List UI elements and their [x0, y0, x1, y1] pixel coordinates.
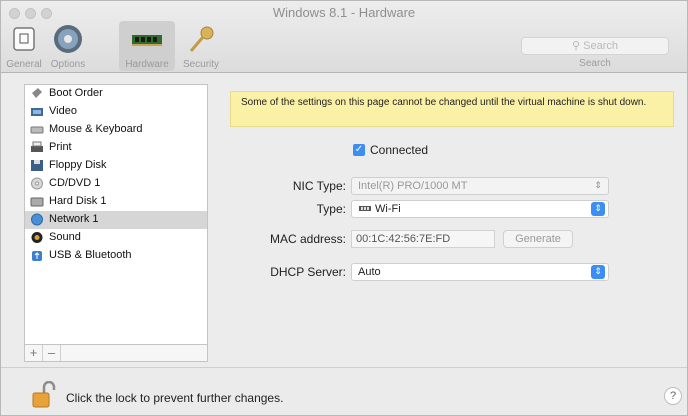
- sidebar-item-network[interactable]: Network 1: [25, 211, 207, 229]
- general-icon: [7, 23, 41, 57]
- printer-icon: [31, 141, 43, 152]
- key-icon: [184, 23, 218, 57]
- options-icon: [51, 23, 85, 57]
- tab-options[interactable]: Options: [45, 23, 91, 70]
- mac-address-label: MAC address:: [269, 232, 346, 246]
- search-caption: Search: [579, 58, 611, 69]
- chevron-up-down-icon: ⇕: [594, 180, 602, 190]
- hard-disk-icon: [30, 197, 44, 207]
- search-input[interactable]: ⚲ Search: [521, 37, 669, 55]
- usb-icon: [32, 251, 42, 261]
- sidebar-item-print[interactable]: Print: [25, 139, 207, 157]
- hardware-icon: [130, 23, 164, 57]
- cd-icon: [31, 177, 43, 190]
- tab-options-label: Options: [50, 59, 86, 70]
- tab-hardware-label: Hardware: [125, 59, 169, 70]
- network-type-select[interactable]: Wi-Fi ⇕: [351, 200, 609, 218]
- dhcp-server-select[interactable]: Auto ⇕: [351, 263, 609, 281]
- lock-message: Click the lock to prevent further change…: [66, 391, 284, 405]
- add-device-button[interactable]: +: [25, 345, 43, 361]
- sidebar-item-hard-disk[interactable]: Hard Disk 1: [25, 193, 207, 211]
- sidebar-item-cd-dvd[interactable]: CD/DVD 1: [25, 175, 207, 193]
- keyboard-icon: [30, 126, 44, 134]
- dhcp-server-label: DHCP Server:: [270, 265, 346, 279]
- wifi-icon: [359, 206, 371, 211]
- sidebar-item-mouse-keyboard[interactable]: Mouse & Keyboard: [25, 121, 207, 139]
- network-type-value: Wi-Fi: [375, 203, 401, 215]
- boot-order-icon: [32, 88, 42, 98]
- video-icon: [31, 108, 43, 116]
- network-icon: [31, 213, 43, 226]
- connected-label: Connected: [370, 143, 429, 157]
- mac-address-field[interactable]: 00:1C:42:56:7E:FD: [351, 230, 495, 248]
- dhcp-server-value: Auto: [358, 266, 381, 278]
- sidebar-item-floppy-disk[interactable]: Floppy Disk: [25, 157, 207, 175]
- sidebar-item-usb-bluetooth[interactable]: USB & Bluetooth: [25, 247, 207, 265]
- sidebar-item-label: USB & Bluetooth: [49, 249, 132, 261]
- generate-button[interactable]: Generate: [503, 230, 573, 248]
- remove-device-button[interactable]: –: [43, 345, 61, 361]
- sidebar-item-label: Mouse & Keyboard: [49, 123, 143, 135]
- settings-window: Windows 8.1 - Hardware General Options H…: [0, 0, 688, 416]
- help-button[interactable]: ?: [664, 387, 682, 405]
- sidebar-item-label: Network 1: [49, 213, 99, 225]
- sidebar-item-boot-order[interactable]: Boot Order: [25, 85, 207, 103]
- type-label: Type:: [316, 202, 346, 216]
- window-title: Windows 8.1 - Hardware: [272, 5, 416, 20]
- sidebar-item-label: Print: [49, 141, 72, 153]
- unlocked-lock-icon[interactable]: [31, 381, 57, 409]
- chevron-up-down-icon: ⇕: [591, 202, 605, 216]
- floppy-icon: [31, 160, 43, 171]
- tab-security-label: Security: [182, 59, 220, 70]
- tab-general[interactable]: General: [5, 23, 43, 70]
- search-icon: ⚲: [572, 40, 581, 52]
- sidebar-item-label: Sound: [49, 231, 81, 243]
- warning-banner: Some of the settings on this page cannot…: [230, 91, 674, 127]
- sidebar-item-label: CD/DVD 1: [49, 177, 101, 189]
- sidebar-item-label: Hard Disk 1: [49, 195, 107, 207]
- chevron-up-down-icon: ⇕: [591, 265, 605, 279]
- sound-icon: [31, 232, 43, 243]
- nic-type-value: Intel(R) PRO/1000 MT: [358, 180, 468, 192]
- sidebar-item-label: Video: [49, 105, 77, 117]
- sidebar-item-label: Floppy Disk: [49, 159, 107, 171]
- hardware-sidebar: Boot Order Video Mouse & Keyboard Print …: [24, 84, 208, 360]
- connected-checkbox[interactable]: ✓: [353, 144, 365, 156]
- tab-hardware[interactable]: Hardware: [119, 21, 175, 71]
- sidebar-item-video[interactable]: Video: [25, 103, 207, 121]
- toolbar: Windows 8.1 - Hardware General Options H…: [1, 1, 687, 73]
- sidebar-footer: + –: [24, 344, 208, 362]
- tab-general-label: General: [6, 59, 42, 70]
- search-placeholder: Search: [583, 40, 618, 52]
- nic-type-select[interactable]: Intel(R) PRO/1000 MT ⇕: [351, 177, 609, 195]
- tab-security[interactable]: Security: [177, 23, 225, 70]
- sidebar-item-sound[interactable]: Sound: [25, 229, 207, 247]
- sidebar-item-label: Boot Order: [49, 87, 103, 99]
- nic-type-label: NIC Type:: [292, 179, 346, 193]
